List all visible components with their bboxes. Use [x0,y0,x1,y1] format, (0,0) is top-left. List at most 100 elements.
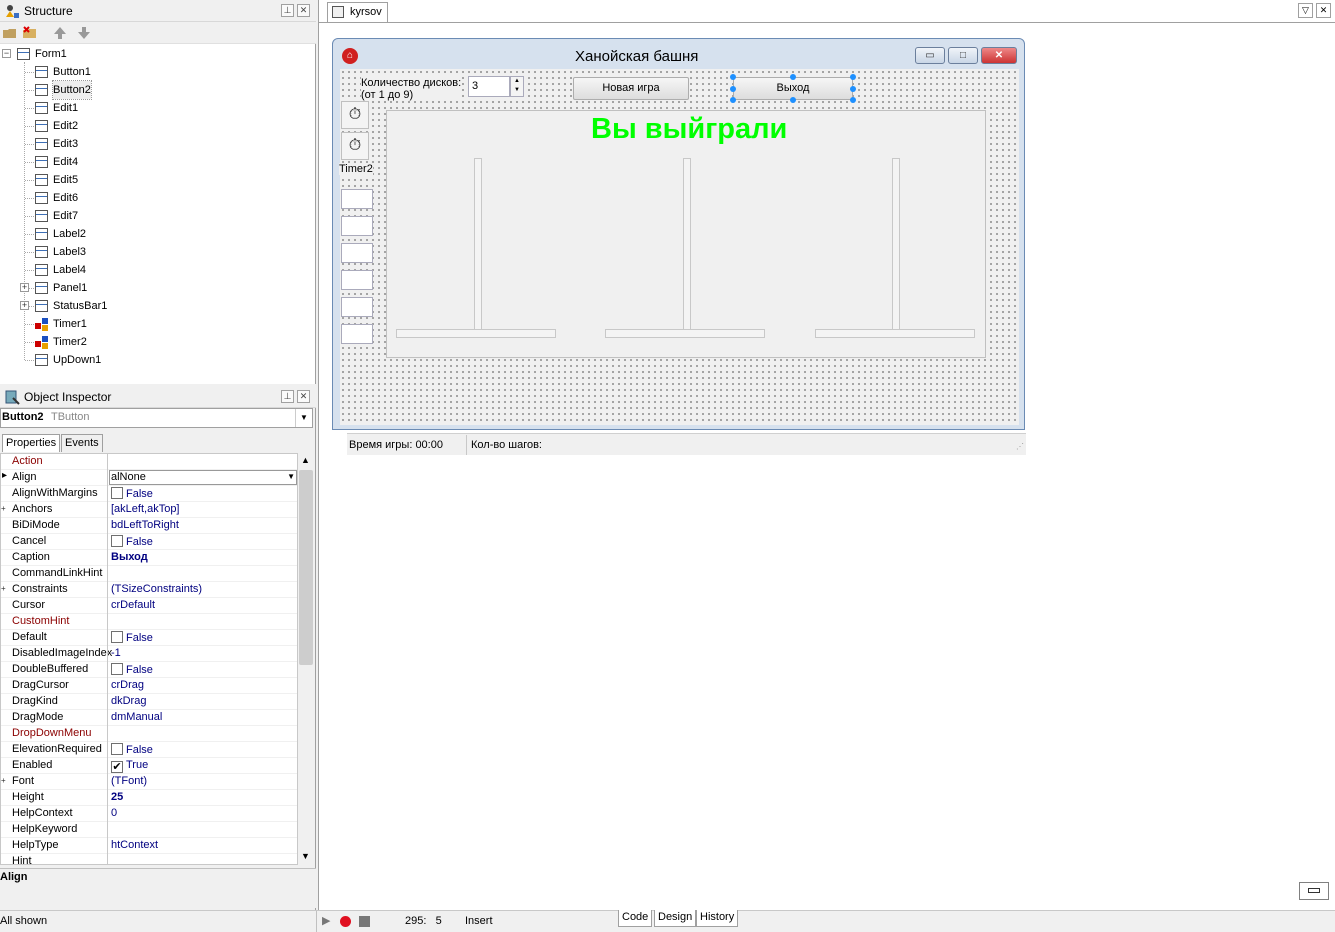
chevron-down-icon[interactable]: ▼ [287,472,295,481]
property-row-height[interactable]: Height 25 [1,790,297,806]
property-scrollbar[interactable]: ▲ ▼ [298,453,314,865]
tree-item-edit1[interactable]: Edit1 [35,99,155,117]
tree-item-panel1[interactable]: Panel1 [35,279,155,297]
tree-item-button1[interactable]: Button1 [35,63,155,81]
property-value[interactable]: bdLeftToRight [111,519,179,531]
scroll-thumb[interactable] [299,470,313,665]
tree-item-label2[interactable]: Label2 [35,225,155,243]
maximize-button[interactable]: □ [948,47,978,64]
selection-handle[interactable] [850,97,856,103]
property-value[interactable]: (TSizeConstraints) [111,583,202,595]
property-row-enabled[interactable]: Enabled ✔ True [1,758,297,774]
tree-item-button2[interactable]: Button2 [35,80,155,100]
selection-handle[interactable] [850,86,856,92]
disk-count-input[interactable]: 3 [468,76,510,97]
property-row-doublebuffered[interactable]: DoubleBuffered False [1,662,297,678]
tab-list-icon[interactable]: ▽ [1298,3,1313,18]
property-row-dragmode[interactable]: DragMode dmManual [1,710,297,726]
property-value[interactable]: htContext [111,839,158,851]
tab-events[interactable]: Events [61,434,103,452]
property-value[interactable]: (TFont) [111,775,147,787]
property-value[interactable]: [akLeft,akTop] [111,503,180,515]
tree-item-edit4[interactable]: Edit4 [35,153,155,171]
tab-history[interactable]: History [696,910,739,927]
property-row-helptype[interactable]: HelpType htContext [1,838,297,854]
property-value[interactable]: False [111,631,153,644]
open-folder-icon[interactable] [2,25,18,41]
edit-box[interactable] [341,324,373,344]
scroll-down-icon[interactable]: ▼ [301,851,310,861]
expand-icon[interactable]: + [20,283,29,292]
tree-item-updown1[interactable]: UpDown1 [35,351,155,369]
property-value[interactable]: dkDrag [111,695,146,707]
property-row-disabledimageindex[interactable]: DisabledImageIndex -1 [1,646,297,662]
checkbox[interactable]: ✔ [111,761,123,773]
property-row-action[interactable]: Action [1,454,297,470]
property-row-helpkeyword[interactable]: HelpKeyword [1,822,297,838]
property-value[interactable]: 25 [111,791,123,803]
tree-item-statusbar1[interactable]: StatusBar1 [35,297,155,315]
grid-column-divider[interactable] [107,453,108,865]
property-value[interactable]: -1 [111,647,121,659]
checkbox[interactable] [111,487,123,499]
tree-item-timer1[interactable]: Timer1 [35,315,155,333]
selection-handle[interactable] [790,74,796,80]
chevron-down-icon[interactable]: ▼ [295,409,312,427]
tree-item-timer2[interactable]: Timer2 [35,333,155,351]
tab-properties[interactable]: Properties [2,434,61,452]
tree-item-label3[interactable]: Label3 [35,243,155,261]
property-row-align[interactable]: ▸ Align alNone ▼ [1,470,297,486]
selection-handle[interactable] [730,74,736,80]
property-row-dropdownmenu[interactable]: DropDownMenu [1,726,297,742]
expand-icon[interactable]: + [1,505,8,513]
minimize-button[interactable]: ▭ [915,47,945,64]
property-value[interactable]: ✔ True [111,759,148,773]
new-game-button[interactable]: Новая игра [573,77,689,100]
property-value[interactable]: crDrag [111,679,144,691]
record-icon[interactable] [340,916,351,927]
checkbox[interactable] [111,663,123,675]
property-row-cursor[interactable]: Cursor crDefault [1,598,297,614]
timer1-icon[interactable]: ⏱ [341,101,369,129]
property-value[interactable]: False [111,743,153,756]
close-tab-icon[interactable]: ✕ [1316,3,1331,18]
play-icon[interactable]: ▶ [322,914,330,927]
property-row-bidimode[interactable]: BiDiMode bdLeftToRight [1,518,297,534]
close-icon[interactable]: ✕ [297,4,310,17]
edit-box[interactable] [341,216,373,236]
property-row-font[interactable]: + Font (TFont) [1,774,297,790]
property-value[interactable]: crDefault [111,599,155,611]
property-row-helpcontext[interactable]: HelpContext 0 [1,806,297,822]
expand-icon[interactable]: + [1,585,8,593]
pin-icon[interactable]: ⊥ [281,4,294,17]
property-value[interactable]: False [111,535,153,548]
property-value[interactable]: False [111,487,153,500]
minimized-window-icon[interactable] [1299,882,1329,900]
edit-box[interactable] [341,243,373,263]
close-button[interactable]: ✕ [981,47,1017,64]
designed-form[interactable]: ⌂ Ханойская башня ▭ □ ✕ Количество диско… [332,38,1026,455]
property-row-cancel[interactable]: Cancel False [1,534,297,550]
property-value[interactable]: alNone ▼ [109,470,297,485]
tab-code[interactable]: Code [618,910,653,927]
property-value[interactable]: False [111,663,153,676]
tree-item-edit5[interactable]: Edit5 [35,171,155,189]
scroll-up-icon[interactable]: ▲ [301,455,310,465]
property-row-alignwithmargins[interactable]: AlignWithMargins False [1,486,297,502]
move-down-icon[interactable] [76,25,92,41]
size-grip-icon[interactable]: ⋰ [1016,442,1024,451]
property-row-anchors[interactable]: + Anchors [akLeft,akTop] [1,502,297,518]
property-row-dragcursor[interactable]: DragCursor crDrag [1,678,297,694]
edit-box[interactable] [341,297,373,317]
property-row-customhint[interactable]: CustomHint [1,614,297,630]
property-row-constraints[interactable]: + Constraints (TSizeConstraints) [1,582,297,598]
tree-item-edit2[interactable]: Edit2 [35,117,155,135]
property-value[interactable]: dmManual [111,711,162,723]
expand-icon[interactable]: + [1,777,8,785]
collapse-icon[interactable]: − [2,49,11,58]
close-icon[interactable]: ✕ [297,390,310,403]
selection-handle[interactable] [790,97,796,103]
delete-icon[interactable] [22,25,38,41]
selection-handle[interactable] [730,97,736,103]
edit-box[interactable] [341,189,373,209]
